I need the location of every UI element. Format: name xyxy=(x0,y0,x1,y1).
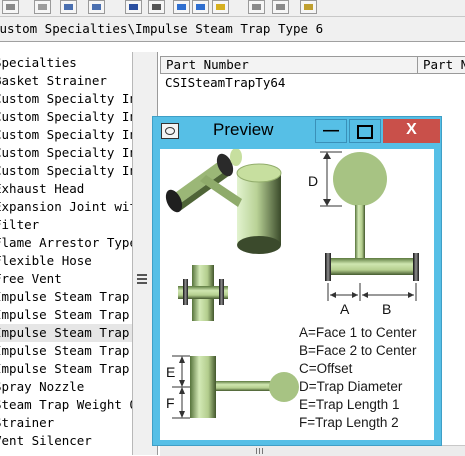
forward-arrow-icon[interactable] xyxy=(192,0,209,14)
maximize-icon xyxy=(357,125,373,139)
legend-item: C=Offset xyxy=(299,361,353,376)
dim-label-e: E xyxy=(166,364,175,380)
tree-item[interactable]: Custom Specialty In xyxy=(0,144,132,162)
table-cell-part-number[interactable]: CSISteamTrapTy64 xyxy=(160,74,419,92)
dim-label-f: F xyxy=(166,395,175,411)
close-button[interactable]: X xyxy=(383,119,440,143)
catalog-tree: Specialties Basket Strainer Custom Special… xyxy=(0,52,132,455)
splitter-grip-icon[interactable] xyxy=(137,274,147,286)
elevation-view: D A B xyxy=(308,151,419,317)
copy-icon[interactable] xyxy=(248,0,265,14)
horizontal-scrollbar[interactable] xyxy=(160,445,465,456)
paste-icon[interactable] xyxy=(272,0,289,14)
tree-item[interactable]: Custom Specialty In xyxy=(0,126,132,144)
tree-item[interactable]: Flexible Hose xyxy=(0,252,132,270)
tree-item[interactable]: Impulse Steam Trap T xyxy=(0,342,132,360)
legend-item: A=Face 1 to Center xyxy=(299,325,417,340)
window-system-icon[interactable] xyxy=(161,123,179,139)
preview-titlebar[interactable]: Preview — X xyxy=(153,117,441,145)
dim-label-d: D xyxy=(308,173,318,189)
tree-item[interactable]: Filter xyxy=(0,216,132,234)
preview-drawing: D A B E F A=Face 1 to Center B=Face 2 to… xyxy=(160,148,434,440)
tree-item[interactable]: Expansion Joint with xyxy=(0,198,132,216)
toolbar xyxy=(0,0,465,17)
path-bar: Custom Specialties\Impulse Steam Trap Ty… xyxy=(0,17,465,42)
end-view xyxy=(178,265,228,321)
help-icon[interactable] xyxy=(300,0,317,14)
dim-label-a: A xyxy=(340,301,350,317)
tree-item[interactable]: Impulse Steam Trap T xyxy=(0,360,132,378)
tree-item[interactable]: Basket Strainer xyxy=(0,72,132,90)
tree-item[interactable]: Steam Trap Weight Op xyxy=(0,396,132,414)
tree-item[interactable]: Spray Nozzle xyxy=(0,378,132,396)
tree-item[interactable]: Free Vent xyxy=(0,270,132,288)
tree-item[interactable]: Custom Specialty In xyxy=(0,90,132,108)
tree-item[interactable]: Specialties xyxy=(0,54,132,72)
filter-icon[interactable] xyxy=(148,0,165,14)
tree-item[interactable]: Custom Specialty In xyxy=(0,162,132,180)
tree-item[interactable]: Exhaust Head xyxy=(0,180,132,198)
up-folder-icon[interactable] xyxy=(212,0,229,14)
settings-icon[interactable] xyxy=(2,0,19,14)
plan-view: E F xyxy=(166,355,299,419)
tree-item[interactable]: Impulse Steam Trap T xyxy=(0,288,132,306)
legend-item: B=Face 2 to Center xyxy=(299,343,417,358)
legend-item: F=Trap Length 2 xyxy=(299,415,399,430)
tree-item[interactable]: Vent Silencer xyxy=(0,432,132,450)
legend-item: D=Trap Diameter xyxy=(299,379,403,394)
tree-item[interactable]: Custom Specialty In xyxy=(0,108,132,126)
tree-item[interactable]: Impulse Steam Trap T xyxy=(0,306,132,324)
sort-asc-icon[interactable] xyxy=(60,0,77,14)
column-header-part-number[interactable]: Part Number xyxy=(160,56,418,74)
tree-item[interactable]: Impulse Steam Trap T xyxy=(0,324,132,342)
preview-title: Preview xyxy=(213,120,274,139)
sort-desc-icon[interactable] xyxy=(88,0,105,14)
list-icon[interactable] xyxy=(125,0,142,14)
dimension-legend: A=Face 1 to Center B=Face 2 to Center C=… xyxy=(299,324,416,432)
minimize-button[interactable]: — xyxy=(315,119,347,143)
dim-label-b: B xyxy=(382,301,391,317)
tree-item[interactable]: Strainer xyxy=(0,414,132,432)
isometric-view xyxy=(165,148,282,254)
print-icon[interactable] xyxy=(34,0,51,14)
back-arrow-icon[interactable] xyxy=(173,0,190,14)
preview-window: Preview — X D A B E F A=Face 1 to Center… xyxy=(152,116,442,446)
breadcrumb: Custom Specialties\Impulse Steam Trap Ty… xyxy=(0,21,324,36)
tree-item[interactable]: Flame Arrestor Type xyxy=(0,234,132,252)
maximize-button[interactable] xyxy=(349,119,381,143)
column-header-part-name[interactable]: Part N xyxy=(417,56,465,74)
legend-item: E=Trap Length 1 xyxy=(299,397,400,412)
